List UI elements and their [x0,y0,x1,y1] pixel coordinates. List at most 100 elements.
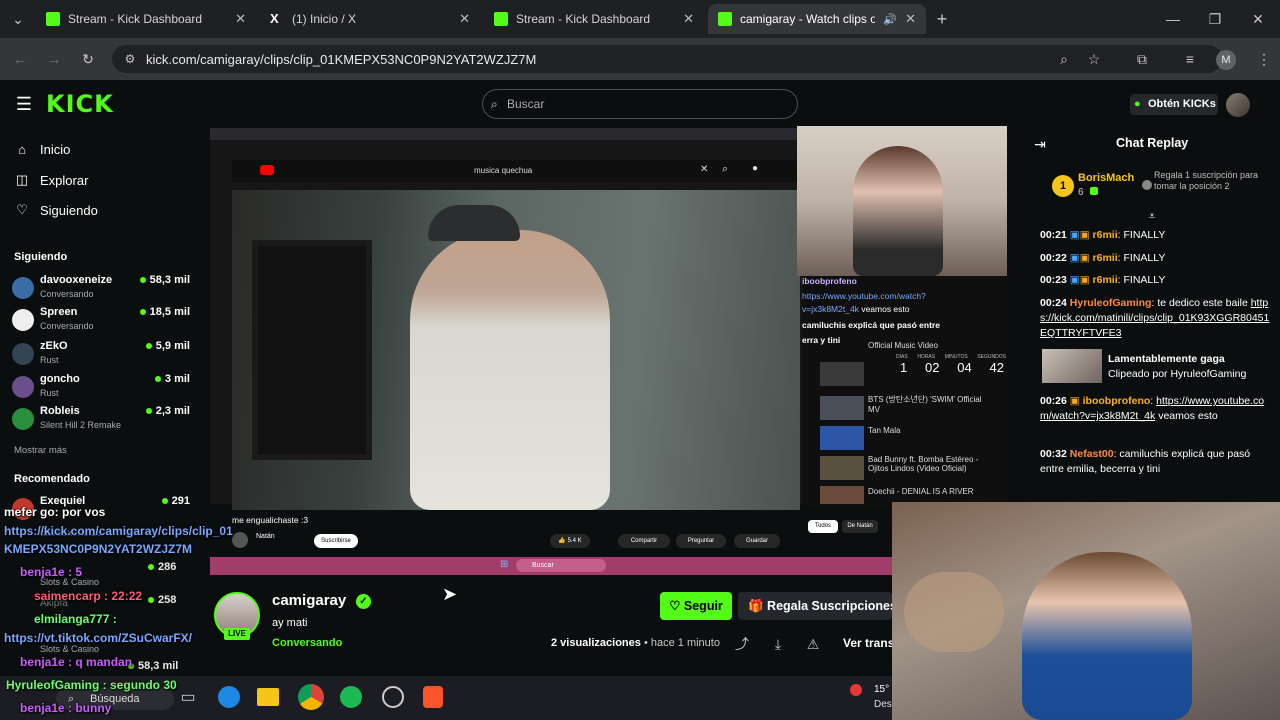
chat-text: veamos esto [1158,410,1218,422]
nav-siguiendo[interactable]: ♡ Siguiendo [14,202,98,218]
compass-icon: ◫ [15,172,29,187]
clear-search-icon: ✕ [700,164,709,175]
view-transcript-button[interactable]: Ver trans [843,636,894,650]
spotify-app-icon[interactable] [340,686,362,708]
browser-tab-1[interactable]: Stream - Kick Dashboard ✕ [36,4,256,34]
following-channel-davooxeneize[interactable]: davooxeneize Conversando 58,3 mil [12,274,190,308]
youtube-filter-chip: De Natán [842,520,878,533]
maximize-icon[interactable]: ❐ [1205,9,1225,29]
overlay-chat-text: benja1e : bunny [20,701,112,715]
channel-category: Conversando [40,289,94,299]
user-avatar[interactable] [1226,93,1250,117]
channel-name[interactable]: camigaray [272,592,346,609]
close-tab-icon[interactable]: ✕ [905,11,916,27]
browser-tab-3[interactable]: Stream - Kick Dashboard ✕ [484,4,704,34]
profile-avatar[interactable]: M [1216,50,1236,70]
close-tab-icon[interactable]: ✕ [235,11,246,27]
viewer-count-text: 5,9 mil [155,340,190,352]
tab-search-icon[interactable]: ⌄ [8,9,28,29]
related-video-thumb [820,362,864,386]
youtube-video-title: me engualichaste :3 [232,515,309,525]
task-view-icon[interactable]: ▭ [178,688,198,708]
download-icon[interactable]: ⤓ [768,634,788,654]
chat-username[interactable]: r6mii [1093,274,1118,286]
back-icon[interactable]: ← [10,49,30,69]
media-controls-icon[interactable]: ≡ [1180,49,1200,69]
bookmark-star-icon[interactable]: ☆ [1084,49,1104,69]
close-tab-icon[interactable]: ✕ [459,11,470,27]
close-tab-icon[interactable]: ✕ [683,11,694,27]
get-kicks-button[interactable]: ● Obtén KICKs [1130,94,1218,115]
live-dot-icon [139,309,146,316]
extensions-icon[interactable]: ⧉ [1132,49,1152,69]
nav-inicio[interactable]: ⌂ Inicio [14,142,70,157]
clip-meta: 2 visualizaciones • hace 1 minuto [551,637,720,649]
edge-app-icon[interactable] [218,686,240,708]
browser-menu-icon[interactable]: ⋮ [1254,49,1274,69]
stream-overlay-link: https://www.youtube.com/watch?v=jx3k8M2t… [802,290,972,316]
chat-username[interactable]: HyruleofGaming [1070,297,1152,309]
collapse-chat-icon[interactable]: ⇥ [1030,134,1050,154]
faded-channel-category: Slots & Casino [40,644,100,654]
overlay-chat-line: https://vt.tiktok.com/ZSuCwarFX/ [4,631,192,645]
countdown-timer: 1 02 04 42 [900,360,1004,375]
overlay-chat-line: https://kick.com/camigaray/clips/clip_01 [4,524,233,538]
nav-explorar[interactable]: ◫ Explorar [14,172,89,188]
tab-title: (1) Inicio / X [292,12,357,26]
chrome-app-icon[interactable] [298,684,324,710]
top-gifter-rank-icon: 1 [1052,175,1074,197]
following-channel-zeko[interactable]: zEkO Rust 5,9 mil [12,340,190,374]
site-info-icon[interactable]: ⚙ [120,49,140,69]
file-explorer-icon[interactable] [257,688,279,706]
following-channel-robleis[interactable]: Robleis Silent Hill 2 Remake 2,3 mil [12,405,190,439]
weather-temp[interactable]: 15° [874,684,889,695]
chat-username[interactable]: iboobprofeno [1083,395,1151,407]
forward-icon[interactable]: → [44,49,64,69]
clip-category-link[interactable]: Conversando [272,637,342,649]
webcam-person-shape [1022,552,1192,720]
chat-username[interactable]: r6mii [1093,229,1118,241]
close-window-icon[interactable]: ✕ [1248,9,1268,29]
viewer-count: 258 [148,594,176,606]
browser-tab-4[interactable]: camigaray - Watch clips on 🔊 ✕ [708,4,926,34]
related-video-title: Tan Mala [868,426,901,435]
chat-message: 00:21 ▣▣ r6mii: FINALLY [1040,229,1166,241]
following-channel-spreen[interactable]: Spreen Conversando 18,5 mil [12,306,190,340]
obs-app-icon[interactable] [382,686,404,708]
badge-icon: ▣ [1079,229,1090,241]
overlay-chat-line: HyruleofGaming : segundo 30 [6,678,177,692]
badge-icon: ▣ [1069,274,1080,286]
new-tab-icon[interactable]: + [932,9,952,29]
chat-message: 00:22 ▣▣ r6mii: FINALLY [1040,252,1166,264]
video-window-shape [252,240,372,460]
hamburger-menu-icon[interactable]: ☰ [14,94,34,114]
chat-username[interactable]: r6mii [1093,252,1118,264]
live-dot-icon [148,597,154,604]
following-channel-goncho[interactable]: goncho Rust 3 mil [12,373,190,407]
follow-button[interactable]: ♡ Seguir [660,592,732,620]
share-icon[interactable]: ⤴ [732,634,752,654]
tab-title: camigaray - Watch clips on [740,12,876,26]
viewer-count: 3 mil [154,373,190,385]
clip-thumbnail[interactable] [1042,349,1102,383]
youtube-save-button: Guardar [734,534,780,548]
following-section-title: Siguiendo [14,251,68,263]
badge-icon: ▣ [1079,252,1090,264]
show-more-link[interactable]: Mostrar más [14,445,67,456]
search-input[interactable]: ⌕ Buscar [482,89,798,119]
report-icon[interactable]: ⚠ [803,634,823,654]
reload-icon[interactable]: ↻ [78,49,98,69]
youtube-share-button: Compartir [618,534,670,548]
chat-username[interactable]: Nefast00 [1070,448,1114,460]
kick-logo[interactable]: KICK [46,90,114,118]
brave-app-icon[interactable] [423,686,443,708]
chat-clip-title[interactable]: Lamentablemente gaga [1108,353,1225,365]
zoom-icon[interactable]: ⌕ [1054,49,1074,69]
browser-tab-2[interactable]: X (1) Inicio / X ✕ [260,4,480,34]
minimize-icon[interactable]: — [1163,9,1183,29]
overlay-chat-line: saimencarp : 22:22 [34,589,142,603]
expand-leaderboard-icon[interactable]: ⩡ [1142,206,1162,226]
audio-playing-icon[interactable]: 🔊 [883,13,897,26]
recommended-section-title: Recomendado [14,473,90,485]
gift-subs-button[interactable]: 🎁 Regala Suscripciones [738,592,892,620]
